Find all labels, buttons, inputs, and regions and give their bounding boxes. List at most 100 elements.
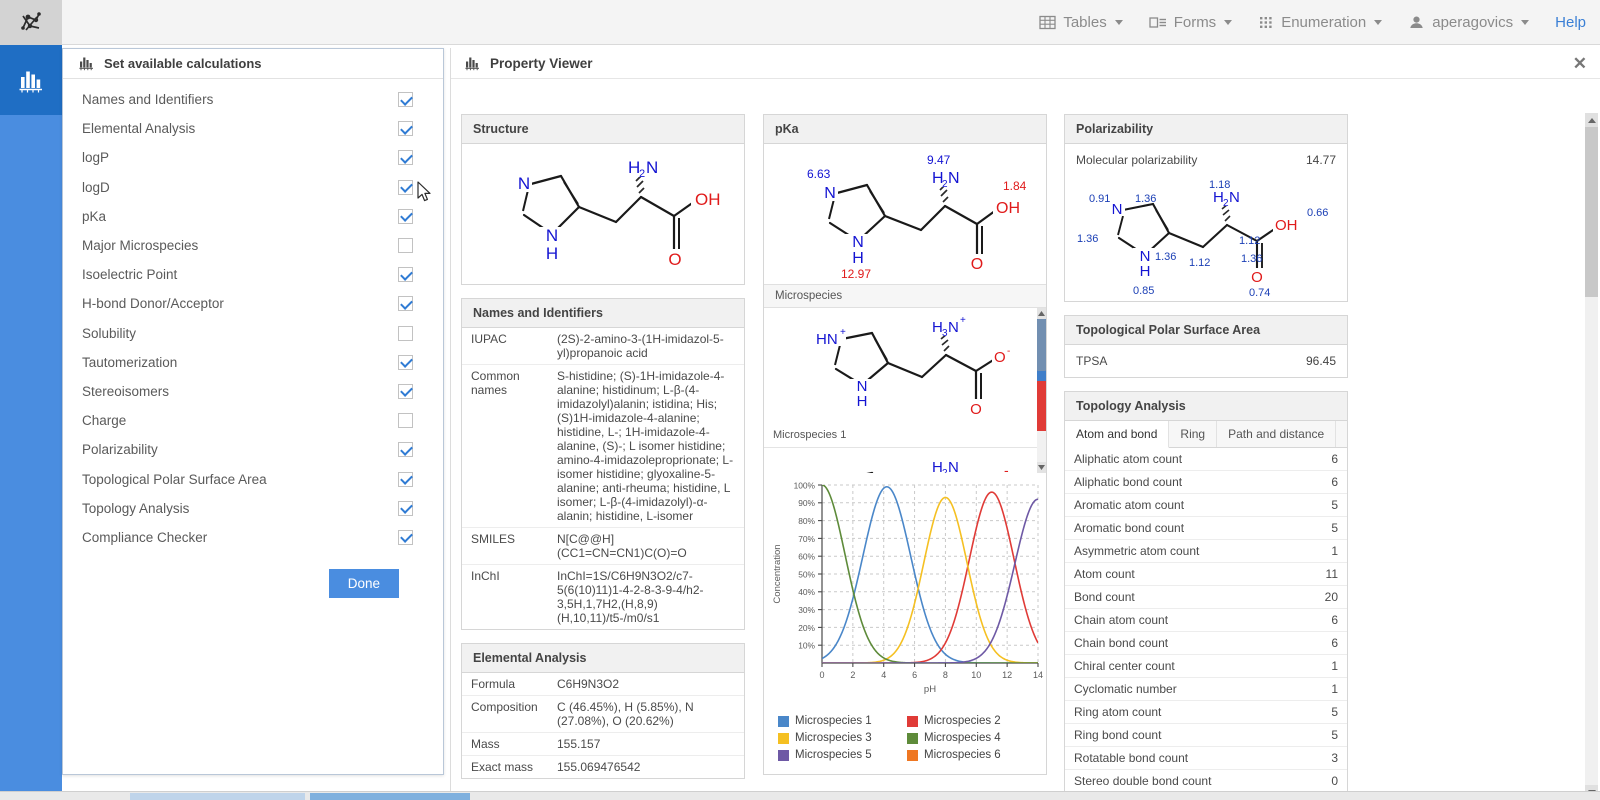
calculation-checkbox[interactable] xyxy=(398,296,413,311)
svg-text:H: H xyxy=(857,393,868,410)
calculation-checkbox[interactable] xyxy=(398,501,413,516)
legend-swatch xyxy=(778,733,789,744)
calculation-checkbox[interactable] xyxy=(398,472,413,487)
calculation-row[interactable]: H-bond Donor/Acceptor xyxy=(63,289,443,318)
svg-text:6.63: 6.63 xyxy=(807,167,831,181)
calculation-row[interactable]: Isoelectric Point xyxy=(63,260,443,289)
calculation-row[interactable]: Elemental Analysis xyxy=(63,114,443,143)
nav-label-tables: Tables xyxy=(1063,14,1106,31)
chart-series-line xyxy=(822,487,1038,663)
calculations-list: Names and IdentifiersElemental Analysisl… xyxy=(63,79,443,552)
scroll-down-arrow-icon[interactable] xyxy=(1037,462,1046,473)
elemental-card-title: Elemental Analysis xyxy=(462,644,744,673)
molecular-polarizability-label: Molecular polarizability xyxy=(1076,153,1306,167)
names-table: IUPAC(2S)-2-amino-3-(1H-imidazol-5-yl)pr… xyxy=(462,328,744,629)
calculation-checkbox[interactable] xyxy=(398,384,413,399)
chart-y-tick-label: 50% xyxy=(798,569,815,579)
microspecies-subheader: Microspecies xyxy=(764,284,1046,308)
microspecies-1-caption: Microspecies 1 xyxy=(764,426,1046,447)
topology-tab[interactable]: Ring xyxy=(1169,421,1217,447)
calculation-checkbox[interactable] xyxy=(398,180,413,195)
calculation-row[interactable]: Tautomerization xyxy=(63,348,443,377)
row-key: Aliphatic bond count xyxy=(1065,471,1227,494)
svg-text:N: N xyxy=(852,234,864,251)
calculation-checkbox[interactable] xyxy=(398,267,413,282)
calculation-checkbox[interactable] xyxy=(398,442,413,457)
help-link[interactable]: Help xyxy=(1555,14,1586,31)
svg-text:0.66: 0.66 xyxy=(1307,207,1328,219)
calculation-label: H-bond Donor/Acceptor xyxy=(82,296,398,311)
legend-item[interactable]: Microspecies 3 xyxy=(778,732,907,744)
calculation-checkbox[interactable] xyxy=(398,355,413,370)
calculation-row[interactable]: Topology Analysis xyxy=(63,494,443,523)
svg-text:1.12: 1.12 xyxy=(1239,235,1260,247)
calculation-checkbox[interactable] xyxy=(398,209,413,224)
calculation-checkbox[interactable] xyxy=(398,150,413,165)
chart-x-tick-label: 0 xyxy=(819,670,824,680)
calculation-row[interactable]: logD xyxy=(63,173,443,202)
calculation-label: Names and Identifiers xyxy=(82,92,398,107)
nav-item-user[interactable]: aperagovics xyxy=(1408,14,1529,31)
svg-text:H: H xyxy=(545,244,557,263)
svg-text:1.84: 1.84 xyxy=(1003,179,1027,193)
svg-text:2: 2 xyxy=(639,168,645,180)
calculation-checkbox[interactable] xyxy=(398,238,413,253)
calculation-row[interactable]: Topological Polar Surface Area xyxy=(63,464,443,493)
calculation-label: Major Microspecies xyxy=(82,238,398,253)
calculation-row[interactable]: Solubility xyxy=(63,319,443,348)
topology-tab[interactable]: Atom and bond xyxy=(1065,421,1169,448)
done-button[interactable]: Done xyxy=(329,569,399,598)
row-value: 5 xyxy=(1227,517,1347,540)
bar-chart-icon xyxy=(79,56,95,71)
close-icon[interactable]: ✕ xyxy=(1573,55,1587,72)
legend-item[interactable]: Microspecies 2 xyxy=(907,715,1036,727)
row-key: Composition xyxy=(462,696,548,733)
calculation-row[interactable]: logP xyxy=(63,143,443,172)
calculation-row[interactable]: Major Microspecies xyxy=(63,231,443,260)
calculation-checkbox[interactable] xyxy=(398,530,413,545)
calculation-checkbox[interactable] xyxy=(398,413,413,428)
legend-item[interactable]: Microspecies 5 xyxy=(778,749,907,761)
calculation-checkbox[interactable] xyxy=(398,92,413,107)
table-row: Ring atom count5 xyxy=(1065,701,1347,724)
calculation-row[interactable]: Compliance Checker xyxy=(63,523,443,552)
legend-item[interactable]: Microspecies 4 xyxy=(907,732,1036,744)
calculation-row[interactable]: Charge xyxy=(63,406,443,435)
scroll-up-arrow-icon[interactable] xyxy=(1037,308,1046,319)
legend-item[interactable]: Microspecies 1 xyxy=(778,715,907,727)
microspecies-scrollbar-thumb[interactable] xyxy=(1037,319,1046,371)
legend-swatch xyxy=(778,716,789,727)
chart-y-tick-label: 30% xyxy=(798,605,815,615)
viewer-scrollbar-thumb[interactable] xyxy=(1585,127,1598,297)
svg-text:N: N xyxy=(948,319,959,336)
tpsa-value: 96.45 xyxy=(1306,354,1336,368)
nav-item-enumeration[interactable]: Enumeration xyxy=(1258,14,1382,31)
calculation-label: Topology Analysis xyxy=(82,501,398,516)
row-value: N[C@@H](CC1=CN=CN1)C(O)=O xyxy=(548,528,744,565)
table-row: SMILESN[C@@H](CC1=CN=CN1)C(O)=O xyxy=(462,528,744,565)
calculation-row[interactable]: Names and Identifiers xyxy=(63,85,443,114)
calculation-row[interactable]: Stereoisomers xyxy=(63,377,443,406)
rail-item-calculations[interactable] xyxy=(0,45,62,115)
viewer-scroll-up-icon[interactable] xyxy=(1585,113,1598,127)
legend-label: Microspecies 4 xyxy=(924,732,1001,744)
topology-tab[interactable]: Path and distance xyxy=(1217,421,1336,447)
table-row: Cyclomatic number1 xyxy=(1065,678,1347,701)
nav-item-forms[interactable]: Forms xyxy=(1149,14,1233,31)
row-value: 6 xyxy=(1227,632,1347,655)
nav-item-tables[interactable]: Tables xyxy=(1039,14,1122,31)
row-key: Atom count xyxy=(1065,563,1227,586)
svg-text:N: N xyxy=(517,174,529,193)
calculation-row[interactable]: Polarizability xyxy=(63,435,443,464)
legend-item[interactable]: Microspecies 6 xyxy=(907,749,1036,761)
calculation-checkbox[interactable] xyxy=(398,121,413,136)
legend-swatch xyxy=(778,750,789,761)
app-logo[interactable] xyxy=(0,0,62,45)
row-value: (2S)-2-amino-3-(1H-imidazol-5-yl)propano… xyxy=(548,328,744,365)
microspecies-scroll-area[interactable]: HN + N H H 3 N + xyxy=(764,308,1046,473)
microspecies-scrollbar-track[interactable] xyxy=(1037,308,1046,473)
table-row: Bond count20 xyxy=(1065,586,1347,609)
calculation-checkbox[interactable] xyxy=(398,326,413,341)
calculation-row[interactable]: pKa xyxy=(63,202,443,231)
row-value: 6 xyxy=(1227,471,1347,494)
